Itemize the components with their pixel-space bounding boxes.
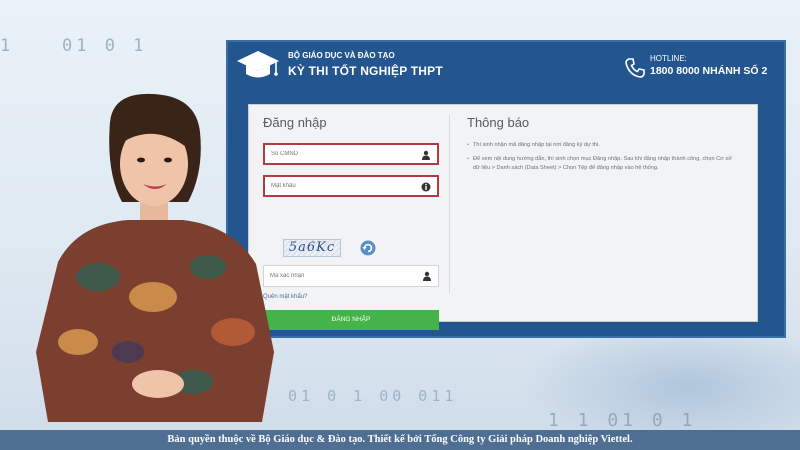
portal-header: BỘ GIÁO DỤC VÀ ĐÀO TẠO KỲ THI TỐT NGHIỆP… bbox=[226, 40, 786, 96]
presenter-figure bbox=[36, 93, 274, 422]
exam-title: KỲ THI TỐT NGHIỆP THPT bbox=[288, 64, 443, 78]
panel-divider bbox=[449, 115, 450, 293]
portal-content: Đăng nhập 5a6Kc bbox=[248, 104, 758, 330]
graduation-cap-icon bbox=[237, 51, 279, 78]
password-input[interactable] bbox=[271, 177, 421, 195]
login-panel: Đăng nhập 5a6Kc bbox=[263, 115, 441, 330]
background-digits-edge: 1 bbox=[0, 36, 15, 56]
username-field[interactable] bbox=[263, 143, 439, 165]
user-icon bbox=[422, 150, 430, 160]
password-field[interactable] bbox=[263, 175, 439, 197]
captcha-image: 5a6Kc bbox=[283, 239, 341, 257]
background-digits-top: 01 0 1 bbox=[62, 36, 148, 56]
login-button[interactable]: ĐĂNG NHẬP bbox=[263, 310, 439, 330]
hotline-label: HOTLINE: bbox=[650, 54, 687, 63]
notice-panel: Thông báo Thí sinh nhận mã đăng nhập tại… bbox=[467, 115, 747, 171]
exam-portal-window: BỘ GIÁO DỤC VÀ ĐÀO TẠO KỲ THI TỐT NGHIỆP… bbox=[226, 40, 786, 338]
password-info-icon bbox=[421, 182, 431, 192]
phone-icon bbox=[625, 58, 645, 78]
notice-item: Thí sinh nhận mã đăng nhập tại nơi đăng … bbox=[467, 141, 739, 150]
user-icon bbox=[423, 271, 431, 281]
captcha-refresh-icon[interactable] bbox=[360, 240, 376, 256]
captcha-field[interactable] bbox=[263, 265, 439, 287]
notice-title: Thông báo bbox=[467, 115, 530, 130]
copyright-banner: Bản quyền thuộc về Bộ Giáo dục & Đào tạo… bbox=[0, 430, 800, 450]
background-digits-bottom: 01 0 1 00 011 bbox=[288, 387, 458, 405]
username-input[interactable] bbox=[271, 145, 421, 163]
notice-list: Thí sinh nhận mã đăng nhập tại nơi đăng … bbox=[467, 141, 739, 178]
background-digits-bottom-right: 1 1 01 0 1 bbox=[548, 410, 697, 431]
notice-item: Để xem nội dung hướng dẫn, thí sinh chọn… bbox=[467, 155, 739, 173]
hotline-number: 1800 8000 NHÁNH SỐ 2 bbox=[650, 65, 768, 77]
org-name: BỘ GIÁO DỤC VÀ ĐÀO TẠO bbox=[288, 51, 395, 60]
captcha-input[interactable] bbox=[270, 266, 420, 286]
login-title: Đăng nhập bbox=[263, 115, 327, 130]
